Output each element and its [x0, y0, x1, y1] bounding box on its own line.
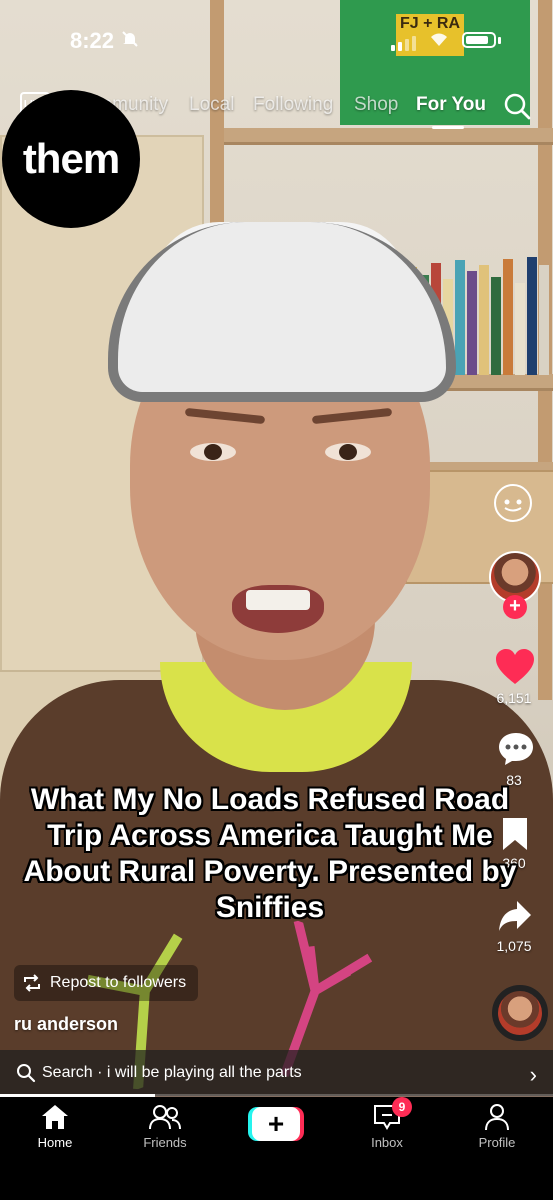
channel-logo: them	[2, 90, 140, 228]
battery-nub	[498, 37, 501, 44]
tab-home[interactable]: Home	[10, 1103, 100, 1150]
like-count: 6,151	[496, 690, 532, 706]
author-username[interactable]: ru anderson	[14, 1014, 118, 1035]
chevron-right-icon: ›	[529, 1062, 537, 1087]
friends-icon	[149, 1105, 181, 1130]
search-icon[interactable]	[503, 92, 531, 120]
follow-plus-icon[interactable]: +	[503, 595, 527, 619]
tiktok-screen: FJ + RA 8:22 Community Local Following S…	[0, 0, 553, 1200]
tab-friends[interactable]: Friends	[120, 1103, 210, 1150]
tab-profile-label: Profile	[478, 1135, 516, 1150]
video-teeth	[246, 590, 310, 610]
active-tab-indicator	[432, 126, 464, 129]
battery-icon	[462, 32, 496, 48]
tab-shop[interactable]: Shop	[354, 94, 398, 116]
bell-muted-icon	[121, 30, 139, 53]
video-shelf	[224, 128, 553, 145]
search-small-icon	[17, 1064, 36, 1083]
tab-inbox[interactable]: Inbox	[342, 1103, 432, 1150]
profile-icon	[485, 1104, 509, 1131]
related-search-text: Search · i will be playing all the parts	[42, 1064, 302, 1081]
repost-button[interactable]: Repost to followers	[14, 965, 199, 1001]
share-count: 1,075	[496, 938, 532, 954]
related-search-bar[interactable]: Search · i will be playing all the parts…	[0, 1050, 553, 1096]
status-bar: 8:22	[0, 0, 553, 80]
create-button[interactable]: +	[248, 1107, 304, 1141]
repost-label: Repost to followers	[50, 974, 187, 991]
wifi-icon	[428, 30, 450, 53]
cellular-signal-icon	[391, 36, 416, 51]
tab-profile[interactable]: Profile	[452, 1103, 542, 1150]
video-caption: What My No Loads Refused Road Trip Acros…	[23, 783, 517, 924]
comment-icon[interactable]	[497, 731, 535, 767]
status-time: 8:22	[70, 28, 115, 53]
face-effect-icon[interactable]	[494, 484, 532, 522]
home-icon	[42, 1105, 68, 1129]
repost-icon	[24, 974, 40, 992]
bottom-tab-bar: Home Friends + Inbox 9 Profile	[0, 1097, 553, 1200]
tab-friends-label: Friends	[143, 1135, 187, 1150]
tab-inbox-label: Inbox	[371, 1135, 403, 1150]
tab-local[interactable]: Local	[189, 94, 234, 116]
tab-home-label: Home	[37, 1135, 73, 1150]
tab-for-you[interactable]: For You	[416, 94, 486, 116]
tab-following[interactable]: Following	[253, 94, 333, 116]
inbox-badge: 9	[392, 1097, 412, 1117]
like-heart-icon[interactable]	[495, 648, 535, 686]
video-eye	[325, 443, 371, 461]
music-disc-icon[interactable]	[492, 985, 548, 1041]
video-eye	[190, 443, 236, 461]
plus-icon: +	[252, 1107, 300, 1141]
